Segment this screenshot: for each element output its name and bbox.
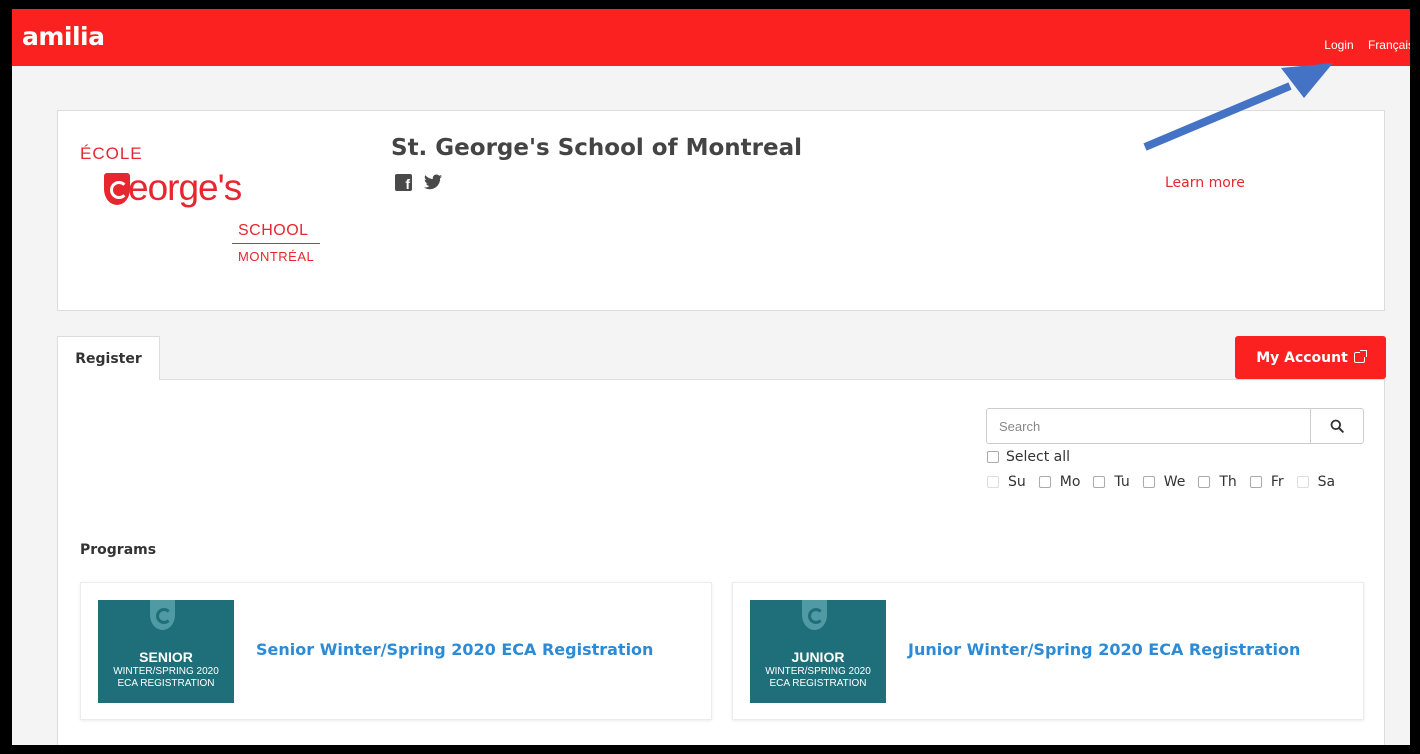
top-bar: amilia Login Français <box>12 9 1410 66</box>
learn-more-link[interactable]: Learn more <box>1165 175 1245 191</box>
day-checkbox-mo[interactable] <box>1038 476 1051 488</box>
program-thumbnail[interactable]: SENIOR WINTER/SPRING 2020 ECA REGISTRATI… <box>98 600 234 703</box>
my-account-label: My Account <box>1256 349 1348 366</box>
organization-name: St. George's School of Montreal <box>391 135 803 161</box>
shield-icon <box>104 173 130 205</box>
select-all-checkbox[interactable] <box>987 451 999 463</box>
program-card-senior[interactable]: SENIOR WINTER/SPRING 2020 ECA REGISTRATI… <box>80 582 712 720</box>
amilia-logo[interactable]: amilia <box>22 22 105 51</box>
day-filter-th: Th <box>1198 474 1237 490</box>
logo-school: SCHOOL <box>238 222 309 239</box>
search-input[interactable] <box>987 409 1310 443</box>
day-filter-we: We <box>1142 474 1186 490</box>
day-checkbox-sa[interactable] <box>1296 476 1309 488</box>
shield-icon <box>802 600 827 630</box>
day-filter-sa: Sa <box>1296 474 1336 490</box>
my-account-button[interactable]: My Account <box>1235 336 1386 379</box>
shield-icon <box>150 600 175 630</box>
program-thumbnail[interactable]: JUNIOR WINTER/SPRING 2020 ECA REGISTRATI… <box>750 600 886 703</box>
day-filter-mo: Mo <box>1038 474 1081 490</box>
day-filter-tu: Tu <box>1093 474 1130 490</box>
tab-register[interactable]: Register <box>57 336 160 380</box>
day-checkbox-fr[interactable] <box>1249 476 1262 488</box>
thumbnail-line-1: WINTER/SPRING 2020 <box>765 666 871 677</box>
search-icon <box>1330 419 1344 433</box>
language-link[interactable]: Français <box>1368 38 1410 52</box>
thumbnail-level: SENIOR <box>139 649 193 665</box>
twitter-icon[interactable] <box>424 174 442 191</box>
day-label-fr: Fr <box>1270 474 1284 490</box>
organization-card: ÉCOLE eorge's SCHOOL MONTRÉAL St. George… <box>57 110 1385 311</box>
day-checkbox-tu[interactable] <box>1093 476 1106 488</box>
logo-george: eorge's <box>128 167 242 208</box>
search-button[interactable] <box>1310 409 1363 443</box>
day-checkbox-su[interactable] <box>987 476 999 488</box>
day-label-sa: Sa <box>1317 474 1336 490</box>
browser-viewport: amilia Login Français ÉCOLE eorge's SCHO… <box>12 9 1410 745</box>
logo-ecole: ÉCOLE <box>80 144 143 163</box>
day-filter-su: Su <box>987 474 1026 490</box>
day-filters: Su Mo Tu We Th Fr Sa <box>987 474 1335 490</box>
thumbnail-level: JUNIOR <box>791 649 845 665</box>
external-link-icon <box>1353 350 1367 363</box>
school-logo: ÉCOLE eorge's SCHOOL MONTRÉAL <box>80 139 340 269</box>
logo-montreal: MONTRÉAL <box>238 249 315 264</box>
day-checkbox-we[interactable] <box>1142 476 1155 488</box>
select-all-row: Select all <box>987 449 1070 465</box>
thumbnail-line-2: ECA REGISTRATION <box>769 678 867 689</box>
programs-heading: Programs <box>80 542 157 558</box>
select-all-label: Select all <box>1006 449 1070 465</box>
program-title-link[interactable]: Junior Winter/Spring 2020 ECA Registrati… <box>908 640 1300 659</box>
day-label-th: Th <box>1219 474 1237 490</box>
day-label-su: Su <box>1008 474 1026 490</box>
search-box <box>986 408 1364 444</box>
thumbnail-line-2: ECA REGISTRATION <box>117 678 215 689</box>
program-card-junior[interactable]: JUNIOR WINTER/SPRING 2020 ECA REGISTRATI… <box>732 582 1364 720</box>
day-filter-fr: Fr <box>1249 474 1284 490</box>
day-checkbox-th[interactable] <box>1198 476 1211 488</box>
programs-panel: Select all Su Mo Tu We Th Fr Sa Programs… <box>57 379 1385 745</box>
facebook-icon[interactable]: f <box>395 174 412 191</box>
logo-divider <box>232 243 320 244</box>
thumbnail-line-1: WINTER/SPRING 2020 <box>113 666 219 677</box>
day-label-mo: Mo <box>1059 474 1081 490</box>
login-link[interactable]: Login <box>1324 38 1353 52</box>
program-title-link[interactable]: Senior Winter/Spring 2020 ECA Registrati… <box>256 640 653 659</box>
top-links: Login Français <box>1313 38 1410 52</box>
social-links: f <box>395 174 442 191</box>
day-label-we: We <box>1163 474 1186 490</box>
day-label-tu: Tu <box>1114 474 1130 490</box>
